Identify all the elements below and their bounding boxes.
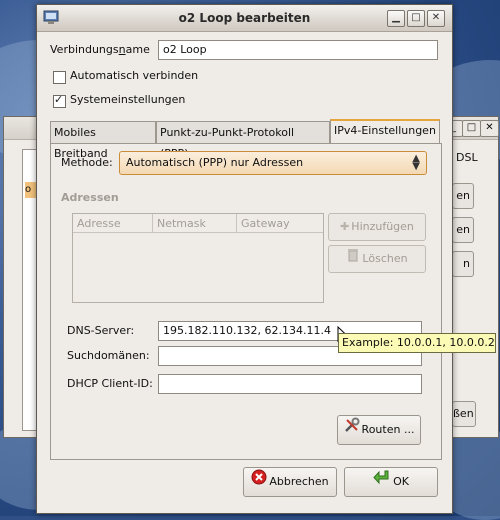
routes-button[interactable]: Routen ... [337, 415, 421, 445]
addresses-table[interactable]: Adresse Netmask Gateway [72, 213, 324, 303]
dhcp-client-id-label: DHCP Client-ID: [67, 377, 153, 390]
addresses-heading: Adressen [61, 191, 119, 204]
method-select[interactable]: Automatisch (PPP) nur Adressen ▲ ▼ [119, 151, 427, 175]
dhcp-client-id-field[interactable] [158, 374, 422, 394]
tab-ipv4-settings[interactable]: IPv4-Einstellungen [330, 119, 440, 144]
connection-name-label: Verbindungsname [50, 43, 150, 56]
minimize-button[interactable]: ▁ [387, 10, 405, 27]
add-address-button[interactable]: ✚ Hinzufügen [328, 213, 426, 241]
edit-connection-dialog: o2 Loop bearbeiten ▁ □ ✕ Verbindungsname… [36, 4, 453, 514]
tab-mobile-broadband[interactable]: Mobiles Breitband [50, 121, 156, 160]
combo-arrows-icon: ▲ ▼ [412, 153, 420, 172]
delete-address-button[interactable]: Löschen [328, 245, 426, 273]
cancel-icon [251, 468, 267, 496]
trash-icon [346, 246, 360, 272]
ok-arrow-icon [373, 468, 391, 496]
close-button[interactable]: ✕ [427, 10, 445, 27]
background-tab-dsl[interactable]: DSL [456, 151, 478, 164]
background-maximize-button[interactable]: □ [462, 120, 481, 137]
column-header-address[interactable]: Adresse [73, 214, 153, 233]
dns-tooltip: Example: 10.0.0.1, 10.0.0.2 [338, 333, 496, 353]
auto-connect-label[interactable]: Automatisch verbinden [70, 69, 198, 82]
maximize-button[interactable]: □ [407, 10, 425, 27]
system-settings-checkbox[interactable] [53, 93, 66, 108]
connection-name-field[interactable]: o2 Loop [158, 40, 438, 60]
dialog-titlebar: o2 Loop bearbeiten ▁ □ ✕ [37, 5, 452, 32]
background-add-button[interactable]: en [452, 183, 474, 209]
column-header-gateway[interactable]: Gateway [237, 214, 323, 233]
column-header-netmask[interactable]: Netmask [153, 214, 237, 233]
system-settings-label[interactable]: Systemeinstellungen [70, 93, 185, 106]
background-close-button[interactable]: ✕ [480, 120, 499, 137]
method-value: Automatisch (PPP) nur Adressen [126, 156, 304, 169]
ok-button[interactable]: OK [344, 467, 438, 497]
auto-connect-checkbox[interactable] [53, 71, 66, 84]
tab-ppp[interactable]: Punkt-zu-Punkt-Protokoll (PPP) [156, 121, 330, 160]
tools-icon [344, 416, 360, 444]
add-icon: ✚ [340, 220, 350, 233]
background-delete-button[interactable]: n [452, 251, 474, 277]
dns-server-label: DNS-Server: [67, 324, 135, 337]
search-domains-label: Suchdomänen: [67, 349, 150, 362]
background-close-dialog-button[interactable]: ßen [452, 401, 476, 427]
background-edit-button[interactable]: en [452, 217, 474, 243]
cancel-button[interactable]: Abbrechen [243, 467, 337, 497]
method-label: Methode: [61, 156, 113, 169]
